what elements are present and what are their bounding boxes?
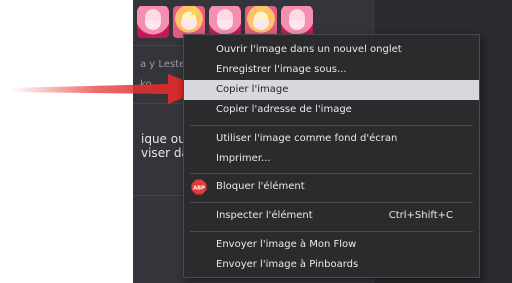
menu-item-label: Utiliser l'image comme fond d'écran: [216, 133, 398, 144]
menu-item-open-image-new-tab[interactable]: Ouvrir l'image dans un nouvel onglet: [184, 40, 479, 60]
menu-item-set-as-wallpaper[interactable]: Utiliser l'image comme fond d'écran: [184, 129, 479, 149]
menu-item-block-element[interactable]: ABP Bloquer l'élément: [184, 177, 479, 197]
menu-divider: [190, 231, 473, 232]
menu-item-label: Ouvrir l'image dans un nouvel onglet: [216, 44, 402, 55]
menu-item-save-image-as[interactable]: Enregistrer l'image sous...: [184, 60, 479, 80]
keyboard-shortcut: Ctrl+Shift+C: [388, 210, 453, 221]
adblock-plus-icon: ABP: [191, 179, 207, 195]
menu-item-copy-image[interactable]: Copier l'image: [184, 80, 479, 100]
menu-divider: [190, 125, 473, 126]
menu-item-print[interactable]: Imprimer...: [184, 149, 479, 169]
menu-item-send-to-pinboards[interactable]: Envoyer l'image à Pinboards: [184, 255, 479, 275]
menu-divider: [190, 173, 473, 174]
menu-item-inspect-element[interactable]: Inspecter l'élément Ctrl+Shift+C: [184, 206, 479, 226]
menu-item-label: Envoyer l'image à Mon Flow: [216, 239, 357, 250]
menu-item-label: Enregistrer l'image sous...: [216, 64, 347, 75]
menu-item-label: Inspecter l'élément: [216, 210, 313, 221]
menu-item-label: Copier l'adresse de l'image: [216, 104, 352, 115]
menu-item-send-to-my-flow[interactable]: Envoyer l'image à Mon Flow: [184, 235, 479, 255]
context-menu: Ouvrir l'image dans un nouvel onglet Enr…: [183, 34, 480, 278]
menu-item-label: Imprimer...: [216, 153, 271, 164]
menu-item-label: Bloquer l'élément: [216, 181, 305, 192]
menu-item-copy-image-address[interactable]: Copier l'adresse de l'image: [184, 100, 479, 120]
adblock-plus-icon-text: ABP: [193, 186, 205, 192]
menu-item-label: Envoyer l'image à Pinboards: [216, 259, 359, 270]
menu-divider: [190, 202, 473, 203]
menu-item-label: Copier l'image: [216, 84, 289, 95]
